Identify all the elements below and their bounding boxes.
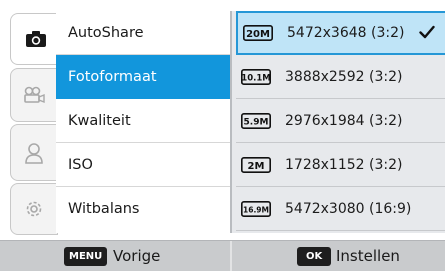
tab-photo[interactable] [10, 13, 60, 65]
option-badge: 20M [246, 29, 270, 40]
user-icon [24, 142, 44, 164]
option-badge: 2M [248, 161, 265, 172]
photo-size-2m-icon: 2M [239, 156, 273, 174]
menu-item-label: Witbalans [68, 201, 140, 217]
tab-settings[interactable] [10, 183, 58, 235]
menu-item-label: ISO [68, 156, 93, 173]
menu-item-witbalans[interactable]: Witbalans [56, 187, 230, 231]
footer-divider [230, 241, 232, 271]
menu-item-fotoformaat[interactable]: Fotoformaat [56, 55, 230, 99]
option-2976x1984[interactable]: 5.9M 2976x1984 (3:2) [236, 99, 445, 143]
settings-menu: AutoShare Fotoformaat Kwaliteit ISO Witb… [56, 11, 230, 233]
ok-key-icon: OK [297, 247, 332, 266]
photo-size-5-9m-icon: 5.9M [239, 112, 273, 130]
option-5472x3648[interactable]: 20M 5472x3648 (3:2) [236, 11, 445, 55]
photo-size-10m-icon: 10.1M [239, 68, 273, 86]
checkmark-icon [419, 25, 435, 43]
option-1728x1152[interactable]: 2M 1728x1152 (3:2) [236, 143, 445, 187]
tab-video[interactable] [10, 68, 58, 122]
photo-size-16-9m-icon: 16.9M [239, 200, 273, 218]
option-label: 3888x2592 (3:2) [285, 68, 403, 85]
menu-item-label: Kwaliteit [68, 112, 131, 129]
option-badge: 5.9M [244, 117, 269, 127]
tab-user[interactable] [10, 124, 58, 181]
camera-menu-screen: AutoShare Fotoformaat Kwaliteit ISO Witb… [0, 0, 445, 271]
tab-column [0, 0, 60, 240]
footer-bar: MENU Vorige OK Instellen [0, 240, 445, 271]
menu-item-iso[interactable]: ISO [56, 143, 230, 187]
photo-size-20m-icon: 20M [241, 24, 275, 42]
set-label: Instellen [336, 247, 400, 265]
menu-item-kwaliteit[interactable]: Kwaliteit [56, 99, 230, 143]
video-camera-icon [22, 86, 46, 104]
option-5472x3080[interactable]: 16.9M 5472x3080 (16:9) [236, 187, 445, 231]
option-badge: 10.1M [241, 73, 270, 83]
gear-icon [24, 199, 44, 219]
option-label: 5472x3080 (16:9) [285, 200, 412, 217]
menu-item-label: Fotoformaat [68, 68, 157, 85]
option-3888x2592[interactable]: 10.1M 3888x2592 (3:2) [236, 55, 445, 99]
option-label: 1728x1152 (3:2) [285, 156, 403, 173]
menu-item-autoshare[interactable]: AutoShare [56, 11, 230, 55]
back-label: Vorige [113, 247, 161, 265]
option-badge: 16.9M [243, 205, 269, 214]
camera-icon [25, 30, 47, 48]
photo-size-options: 20M 5472x3648 (3:2) 10.1M 3888x2592 (3:2… [230, 11, 445, 233]
menu-item-label: AutoShare [68, 24, 144, 41]
option-label: 5472x3648 (3:2) [287, 25, 405, 41]
option-label: 2976x1984 (3:2) [285, 112, 403, 129]
menu-key-icon: MENU [64, 247, 108, 266]
